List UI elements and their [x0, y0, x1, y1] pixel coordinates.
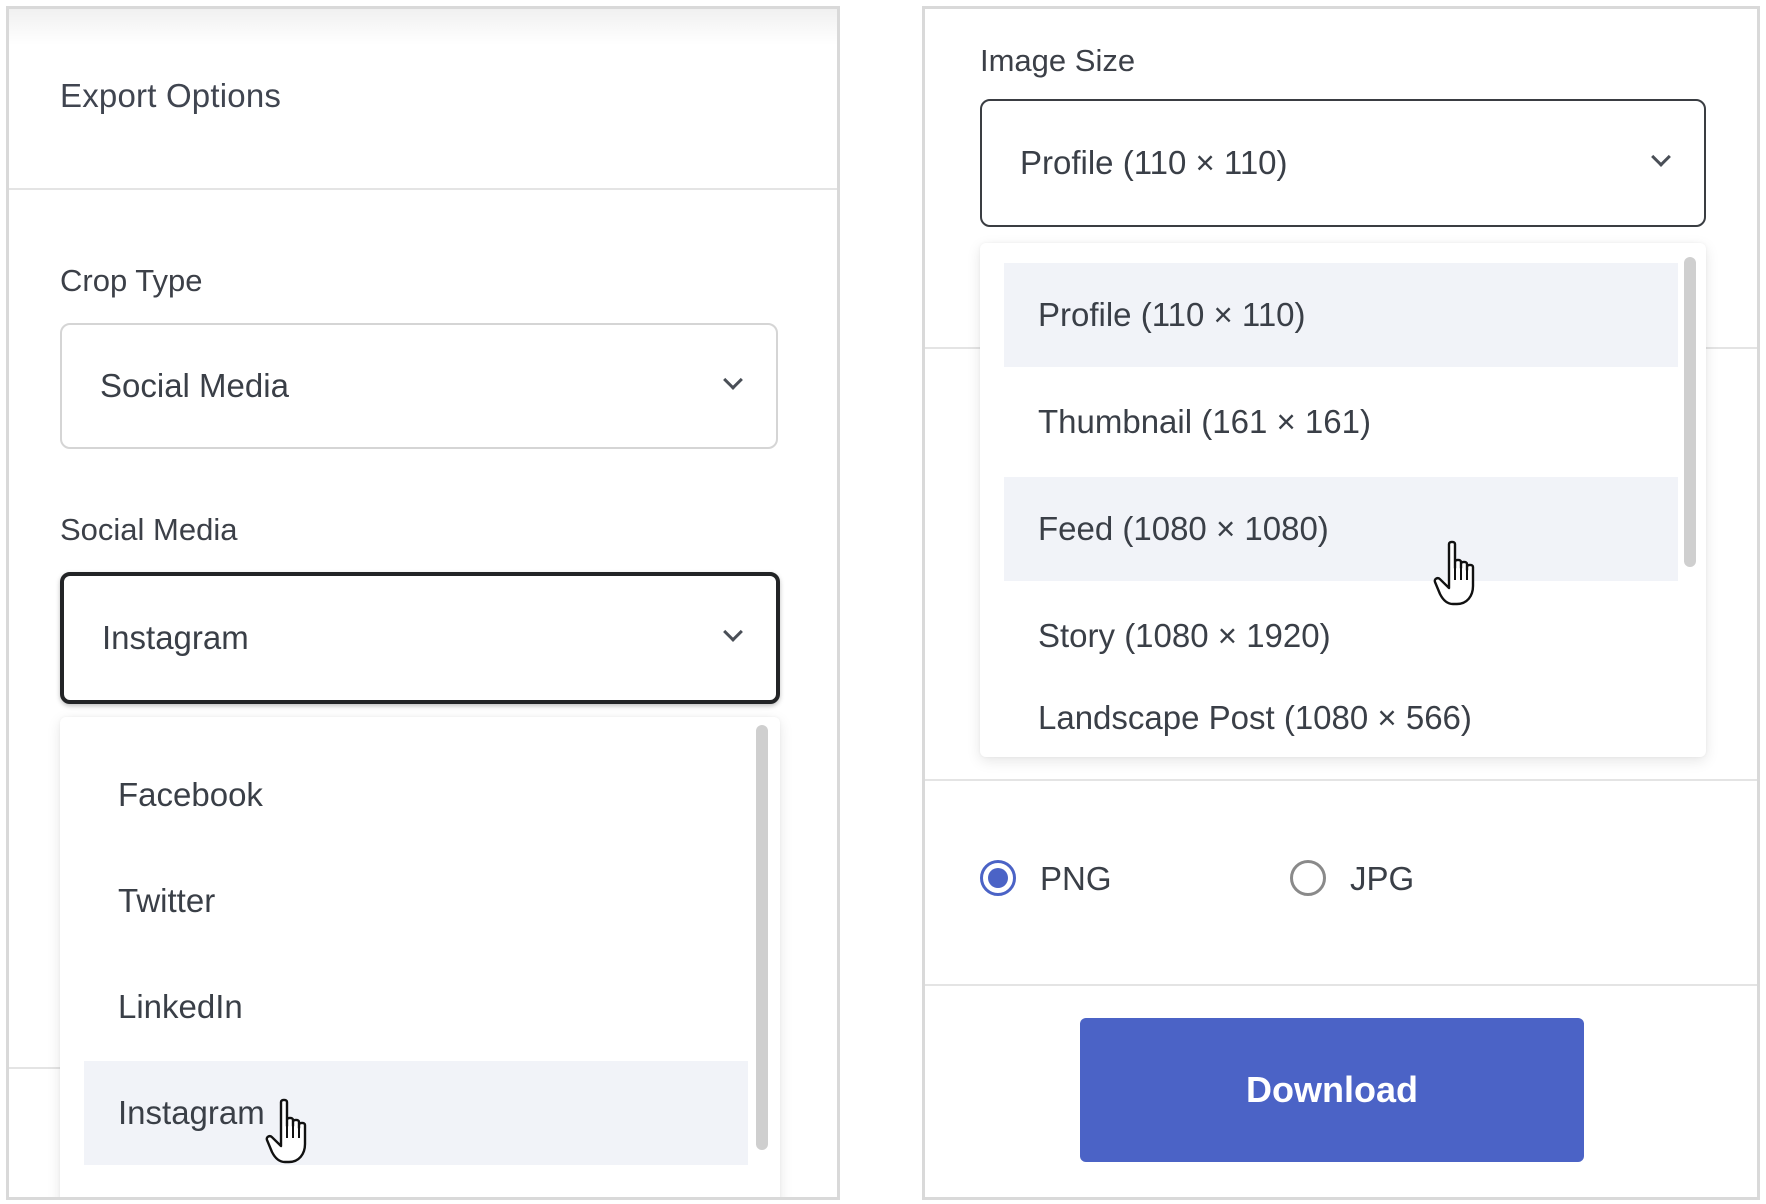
- option-instagram[interactable]: Instagram: [84, 1061, 748, 1165]
- download-button[interactable]: Download: [1080, 1018, 1584, 1162]
- social-media-label: Social Media: [60, 512, 238, 547]
- jpg-radio[interactable]: [1290, 860, 1326, 896]
- jpg-label: JPG: [1350, 860, 1415, 897]
- header-divider: [9, 188, 837, 190]
- hand-pointer-cursor-icon: [265, 1098, 307, 1164]
- export-options-panel: Export Options Crop Type Social Media So…: [6, 6, 840, 1200]
- png-label: PNG: [1040, 860, 1112, 897]
- crop-type-label: Crop Type: [60, 263, 203, 298]
- crop-type-value: Social Media: [100, 367, 289, 404]
- option-feed[interactable]: Feed (1080 × 1080): [1004, 477, 1678, 581]
- option-profile[interactable]: Profile (110 × 110): [1004, 263, 1678, 367]
- option-landscape-post[interactable]: Landscape Post (1080 × 566): [1004, 683, 1678, 757]
- header-shadow: [9, 9, 837, 45]
- section-divider: [9, 1067, 60, 1069]
- option-thumbnail[interactable]: Thumbnail (161 × 161): [1004, 370, 1678, 474]
- chevron-down-icon: [1651, 147, 1671, 167]
- png-radio[interactable]: [980, 860, 1016, 896]
- image-size-value: Profile (110 × 110): [1020, 144, 1288, 181]
- section-divider: [925, 779, 1757, 781]
- dropdown-scrollbar[interactable]: [1684, 257, 1696, 567]
- option-facebook[interactable]: Facebook: [84, 743, 748, 847]
- hand-pointer-cursor-icon: [1433, 540, 1475, 606]
- social-media-dropdown: Facebook Twitter LinkedIn Instagram: [60, 717, 780, 1197]
- chevron-down-icon: [723, 370, 743, 390]
- option-linkedin[interactable]: LinkedIn: [84, 955, 748, 1059]
- social-media-select[interactable]: Instagram: [60, 572, 780, 704]
- crop-type-select[interactable]: Social Media: [60, 323, 778, 449]
- image-size-select[interactable]: Profile (110 × 110): [980, 99, 1706, 227]
- image-size-dropdown: Profile (110 × 110) Thumbnail (161 × 161…: [980, 243, 1706, 757]
- section-divider: [925, 984, 1757, 986]
- social-media-value: Instagram: [102, 619, 249, 656]
- panel-title: Export Options: [60, 77, 282, 114]
- image-size-label: Image Size: [980, 43, 1136, 78]
- chevron-down-icon: [723, 622, 743, 642]
- image-settings-panel: Image Size Profile (110 × 110) Profile (…: [922, 6, 1760, 1200]
- option-twitter[interactable]: Twitter: [84, 849, 748, 953]
- dropdown-scrollbar[interactable]: [756, 725, 768, 1150]
- option-story[interactable]: Story (1080 × 1920): [1004, 584, 1678, 688]
